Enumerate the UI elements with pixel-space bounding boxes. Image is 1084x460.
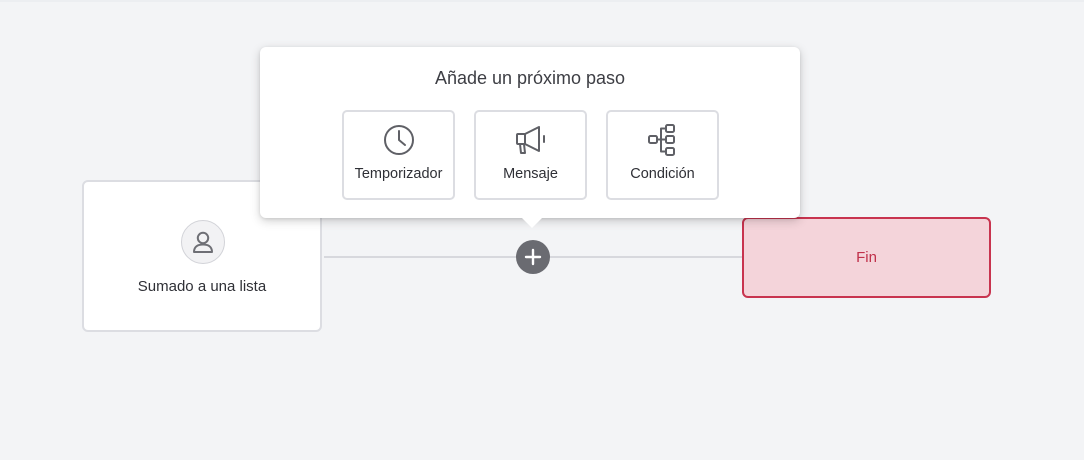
option-message-label: Mensaje — [503, 166, 558, 182]
end-node[interactable]: Fin — [742, 217, 991, 298]
popover-arrow — [522, 218, 542, 228]
start-node-label: Sumado a una lista — [137, 278, 267, 295]
add-step-button[interactable] — [516, 240, 550, 274]
user-icon — [181, 220, 225, 264]
next-step-popover: Añade un próximo paso Temporizador Mensa… — [260, 47, 800, 228]
megaphone-icon — [476, 122, 585, 158]
flow-canvas: Sumado a una lista Fin Añade un próximo … — [0, 0, 1084, 460]
plus-icon — [524, 248, 542, 266]
clock-icon — [344, 122, 453, 158]
branch-icon — [608, 122, 717, 158]
option-timer-button[interactable]: Temporizador — [342, 110, 455, 200]
popover-title: Añade un próximo paso — [434, 68, 626, 88]
end-node-label: Fin — [856, 249, 877, 266]
option-condition-button[interactable]: Condición — [606, 110, 719, 200]
canvas-top-edge — [0, 0, 1084, 2]
option-message-button[interactable]: Mensaje — [474, 110, 587, 200]
option-timer-label: Temporizador — [354, 166, 443, 182]
option-condition-label: Condición — [630, 166, 695, 182]
